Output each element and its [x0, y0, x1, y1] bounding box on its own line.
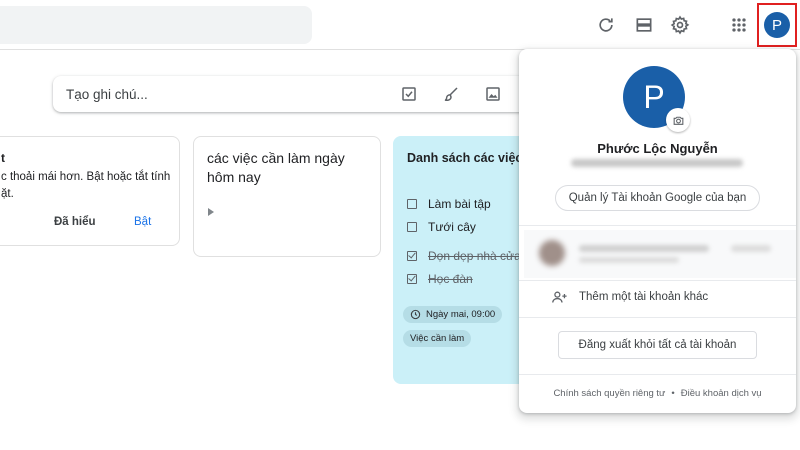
divider — [519, 225, 796, 226]
refresh-icon[interactable] — [592, 11, 620, 39]
checklist-item-done[interactable]: Học đàn — [407, 271, 473, 287]
camera-icon[interactable] — [666, 108, 690, 132]
checklist-item-done[interactable]: Dọn dẹp nhà cửa — [407, 248, 521, 264]
list-view-icon[interactable] — [630, 11, 658, 39]
divider — [519, 317, 796, 318]
other-account-name-redacted — [579, 245, 709, 252]
take-note-placeholder[interactable]: Tạo ghi chú... — [66, 87, 148, 102]
footer-separator: • — [671, 388, 675, 399]
panel-footer: Chính sách quyền riêng tư • Điều khoản d… — [519, 388, 796, 399]
account-name: Phước Lộc Nguyễn — [597, 141, 718, 156]
apps-grid-icon[interactable] — [725, 11, 753, 39]
account-email-redacted — [571, 159, 743, 167]
account-avatar-button[interactable]: P — [757, 3, 797, 47]
promo-note-body: c thoải mái hơn. Bật hoặc tắt tính ặt. — [1, 171, 171, 200]
checkbox[interactable] — [407, 222, 417, 232]
person-add-icon — [552, 291, 567, 303]
checklist-note-title: Danh sách các việc làm — [407, 151, 527, 165]
promo-note[interactable]: t c thoải mái hơn. Bật hoặc tắt tính ặt.… — [0, 136, 180, 246]
checkbox-checked[interactable] — [407, 274, 417, 284]
settings-icon[interactable] — [666, 11, 694, 39]
divider — [519, 280, 796, 281]
dismiss-button[interactable]: Đã hiểu — [54, 216, 96, 228]
search-box[interactable] — [0, 6, 312, 44]
other-account-avatar — [539, 240, 565, 266]
terms-link[interactable]: Điều khoản dịch vụ — [681, 388, 762, 399]
clock-icon — [410, 309, 421, 320]
checklist-item[interactable]: Làm bài tập — [407, 196, 491, 212]
checkbox[interactable] — [407, 199, 417, 209]
take-note-bar[interactable]: Tạo ghi chú... — [53, 76, 533, 112]
signout-all-button[interactable]: Đăng xuất khỏi tất cả tài khoản — [558, 331, 757, 359]
account-panel: P Phước Lộc Nguyễn Quản lý Tài khoản Goo… — [519, 49, 796, 413]
brush-icon[interactable] — [441, 84, 461, 104]
expand-arrow-icon[interactable] — [208, 208, 214, 216]
top-bar: P — [0, 0, 800, 50]
reminder-chip[interactable]: Ngày mai, 09:00 — [403, 306, 503, 323]
other-account-status-redacted — [731, 245, 771, 252]
divider — [519, 374, 796, 375]
todo-today-note-title: các việc cần làm ngày hôm nay — [207, 150, 345, 185]
checklist-note[interactable]: Danh sách các việc làm Làm bài tập Tưới … — [393, 136, 528, 384]
image-icon[interactable] — [483, 84, 503, 104]
avatar: P — [764, 12, 790, 38]
manage-account-button[interactable]: Quản lý Tài khoản Google của bạn — [555, 185, 760, 211]
todo-today-note[interactable]: các việc cần làm ngày hôm nay — [193, 136, 381, 257]
label-chip[interactable]: Việc cần làm — [403, 330, 472, 347]
privacy-policy-link[interactable]: Chính sách quyền riêng tư — [553, 388, 665, 399]
checkbox-checked[interactable] — [407, 251, 417, 261]
enable-button[interactable]: Bật — [134, 216, 151, 228]
checklist-item[interactable]: Tưới cây — [407, 219, 476, 235]
add-account-item[interactable]: Thêm một tài khoản khác — [551, 288, 708, 306]
checkbox-icon[interactable] — [399, 84, 419, 104]
promo-note-title: t — [1, 151, 5, 165]
other-account-email-redacted — [579, 257, 679, 263]
